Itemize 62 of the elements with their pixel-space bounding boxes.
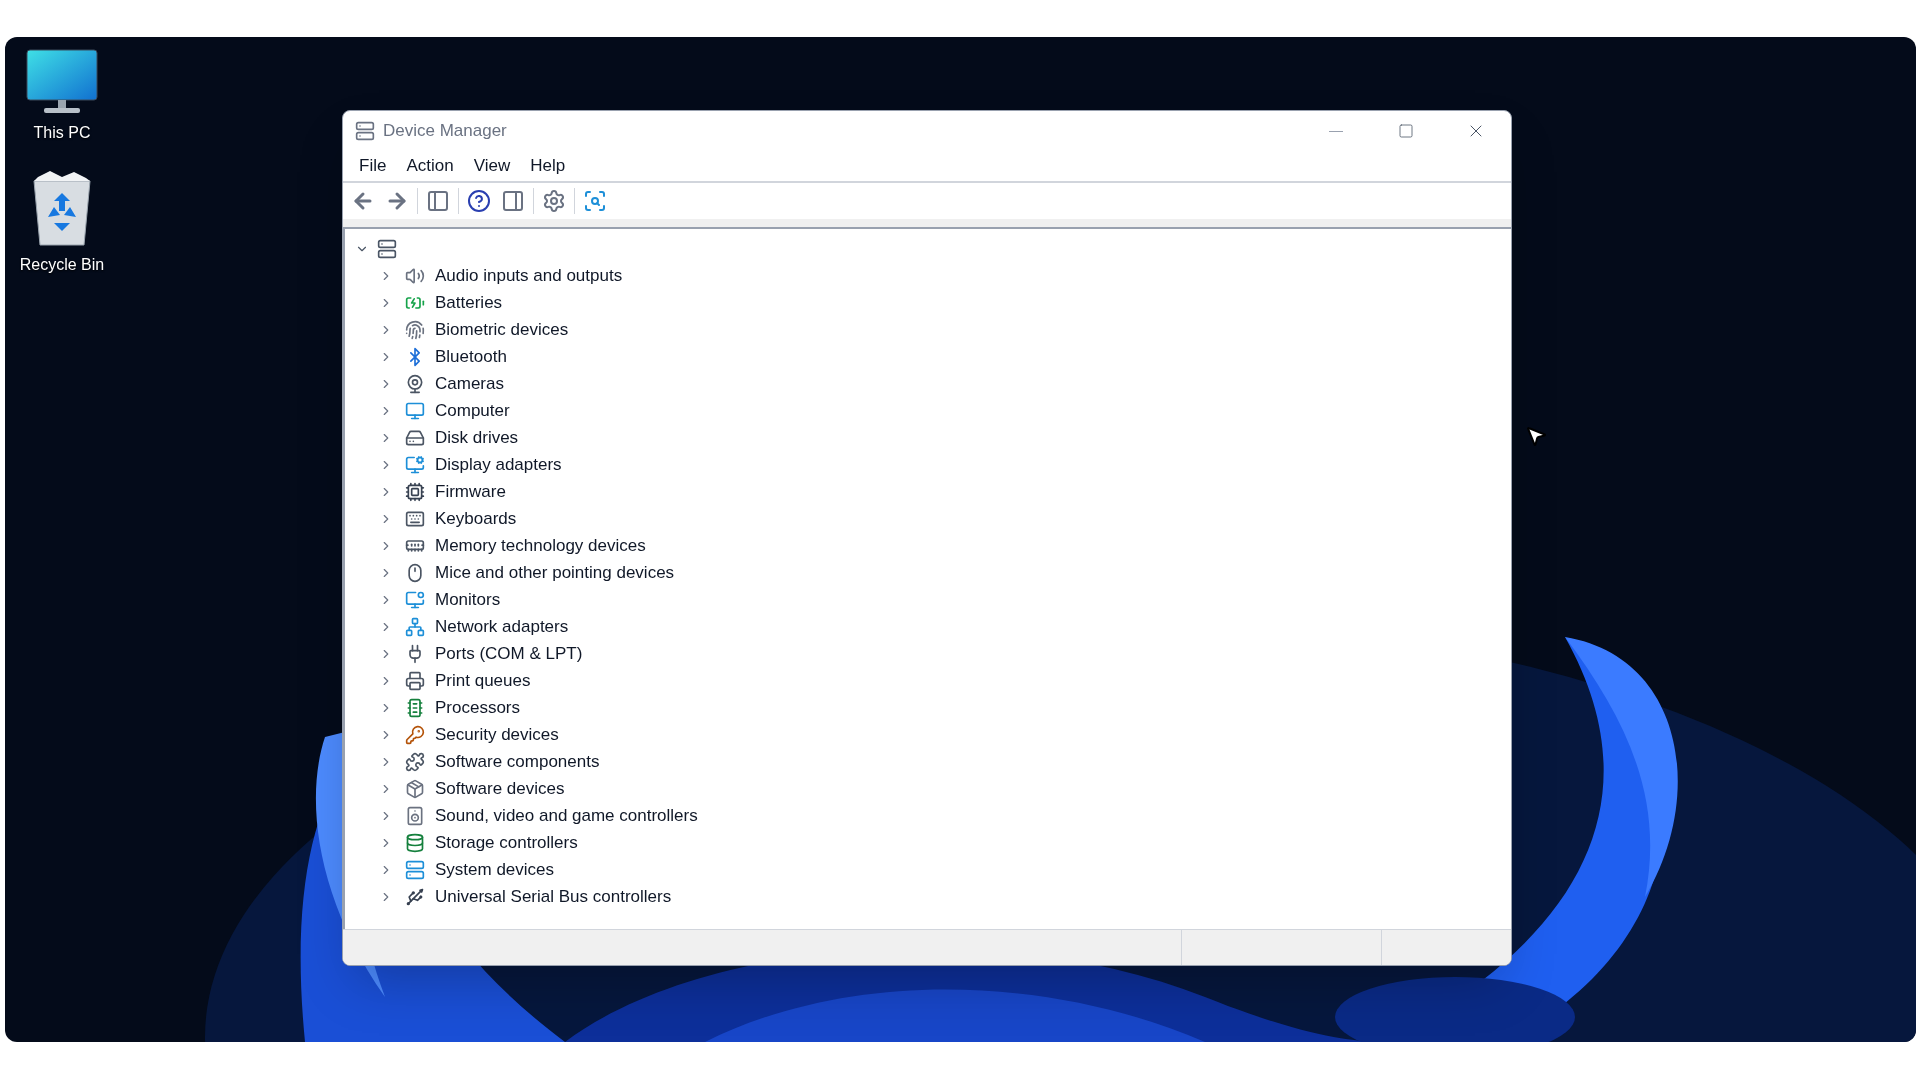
- tree-item-label[interactable]: Computer: [435, 397, 510, 424]
- desktop-icon-label[interactable]: Recycle Bin: [19, 255, 105, 275]
- tree-item-label[interactable]: Batteries: [435, 289, 503, 316]
- tree-item-label[interactable]: Security devices: [435, 721, 559, 748]
- tree-item-label[interactable]: Network adapters: [435, 613, 569, 640]
- webcam-icon: [405, 373, 425, 394]
- menu-item[interactable]: Help: [522, 153, 574, 179]
- tree-item-label[interactable]: Memory technology devices: [435, 532, 646, 559]
- key-icon: [405, 724, 425, 745]
- package-icon: [405, 778, 425, 799]
- database-icon: [405, 832, 425, 853]
- desktop-icon-label[interactable]: This PC: [33, 123, 91, 143]
- tree-item-label[interactable]: Biometric devices: [435, 316, 569, 343]
- tree-item-label[interactable]: Software components: [435, 748, 600, 775]
- tree-item-label[interactable]: Keyboards: [435, 505, 517, 532]
- server-icon: [405, 859, 425, 880]
- puzzle-icon: [405, 751, 425, 772]
- menu-item[interactable]: Action: [398, 153, 462, 179]
- tree-item-label[interactable]: Software devices: [435, 775, 565, 802]
- gear-icon: [542, 189, 566, 213]
- minimize-icon: [1329, 130, 1343, 132]
- chip-icon: [405, 697, 425, 718]
- fingerprint-icon: [405, 319, 425, 340]
- network-icon: [405, 616, 425, 637]
- usb-icon: [405, 886, 425, 907]
- tree-item-label[interactable]: Mice and other pointing devices: [435, 559, 675, 586]
- monitor-icon[interactable]: [26, 49, 98, 115]
- tree-item-label[interactable]: Processors: [435, 694, 521, 721]
- recycle-bin-icon[interactable]: [32, 171, 92, 247]
- tree-item-label[interactable]: Bluetooth: [435, 343, 507, 370]
- computer-node-icon[interactable]: [377, 238, 397, 259]
- panel-icon: [426, 189, 450, 213]
- tree-item-label[interactable]: Monitors: [435, 586, 501, 613]
- tree-item-label[interactable]: Firmware: [435, 478, 506, 505]
- speaker-icon: [405, 805, 425, 826]
- app-icon: [355, 121, 375, 141]
- monitor-icon: [405, 400, 425, 421]
- scan-search-icon: [583, 189, 607, 213]
- speaker-icon: [405, 265, 425, 286]
- chip-icon: [405, 481, 425, 502]
- tree-item-label[interactable]: Print queues: [435, 667, 531, 694]
- tree-item-label[interactable]: System devices: [435, 856, 555, 883]
- panel-icon: [501, 189, 525, 213]
- help-button[interactable]: [465, 187, 493, 215]
- menu-item[interactable]: View: [465, 153, 519, 179]
- tree-item-label[interactable]: Ports (COM & LPT): [435, 640, 583, 667]
- tree-item-label[interactable]: Universal Serial Bus controllers: [435, 883, 672, 910]
- tree-item-label[interactable]: Storage controllers: [435, 829, 578, 856]
- printer-icon: [405, 670, 425, 691]
- tree-item-label[interactable]: Disk drives: [435, 424, 519, 451]
- window-title: Device Manager: [383, 120, 507, 143]
- monitor-gear-icon: [405, 454, 425, 475]
- help-icon: [467, 189, 491, 213]
- tree-item-label[interactable]: Cameras: [435, 370, 504, 397]
- menu-item[interactable]: File: [351, 153, 395, 179]
- tree-item-label[interactable]: Sound, video and game controllers: [435, 802, 698, 829]
- tree-item-label[interactable]: Display adapters: [435, 451, 562, 478]
- mouse-cursor-icon: [1524, 424, 1548, 448]
- monitor-icon: [405, 589, 425, 610]
- maximize-icon: [1398, 123, 1414, 139]
- mouse-icon: [405, 562, 425, 583]
- tree-item-label[interactable]: Audio inputs and outputs: [435, 262, 623, 289]
